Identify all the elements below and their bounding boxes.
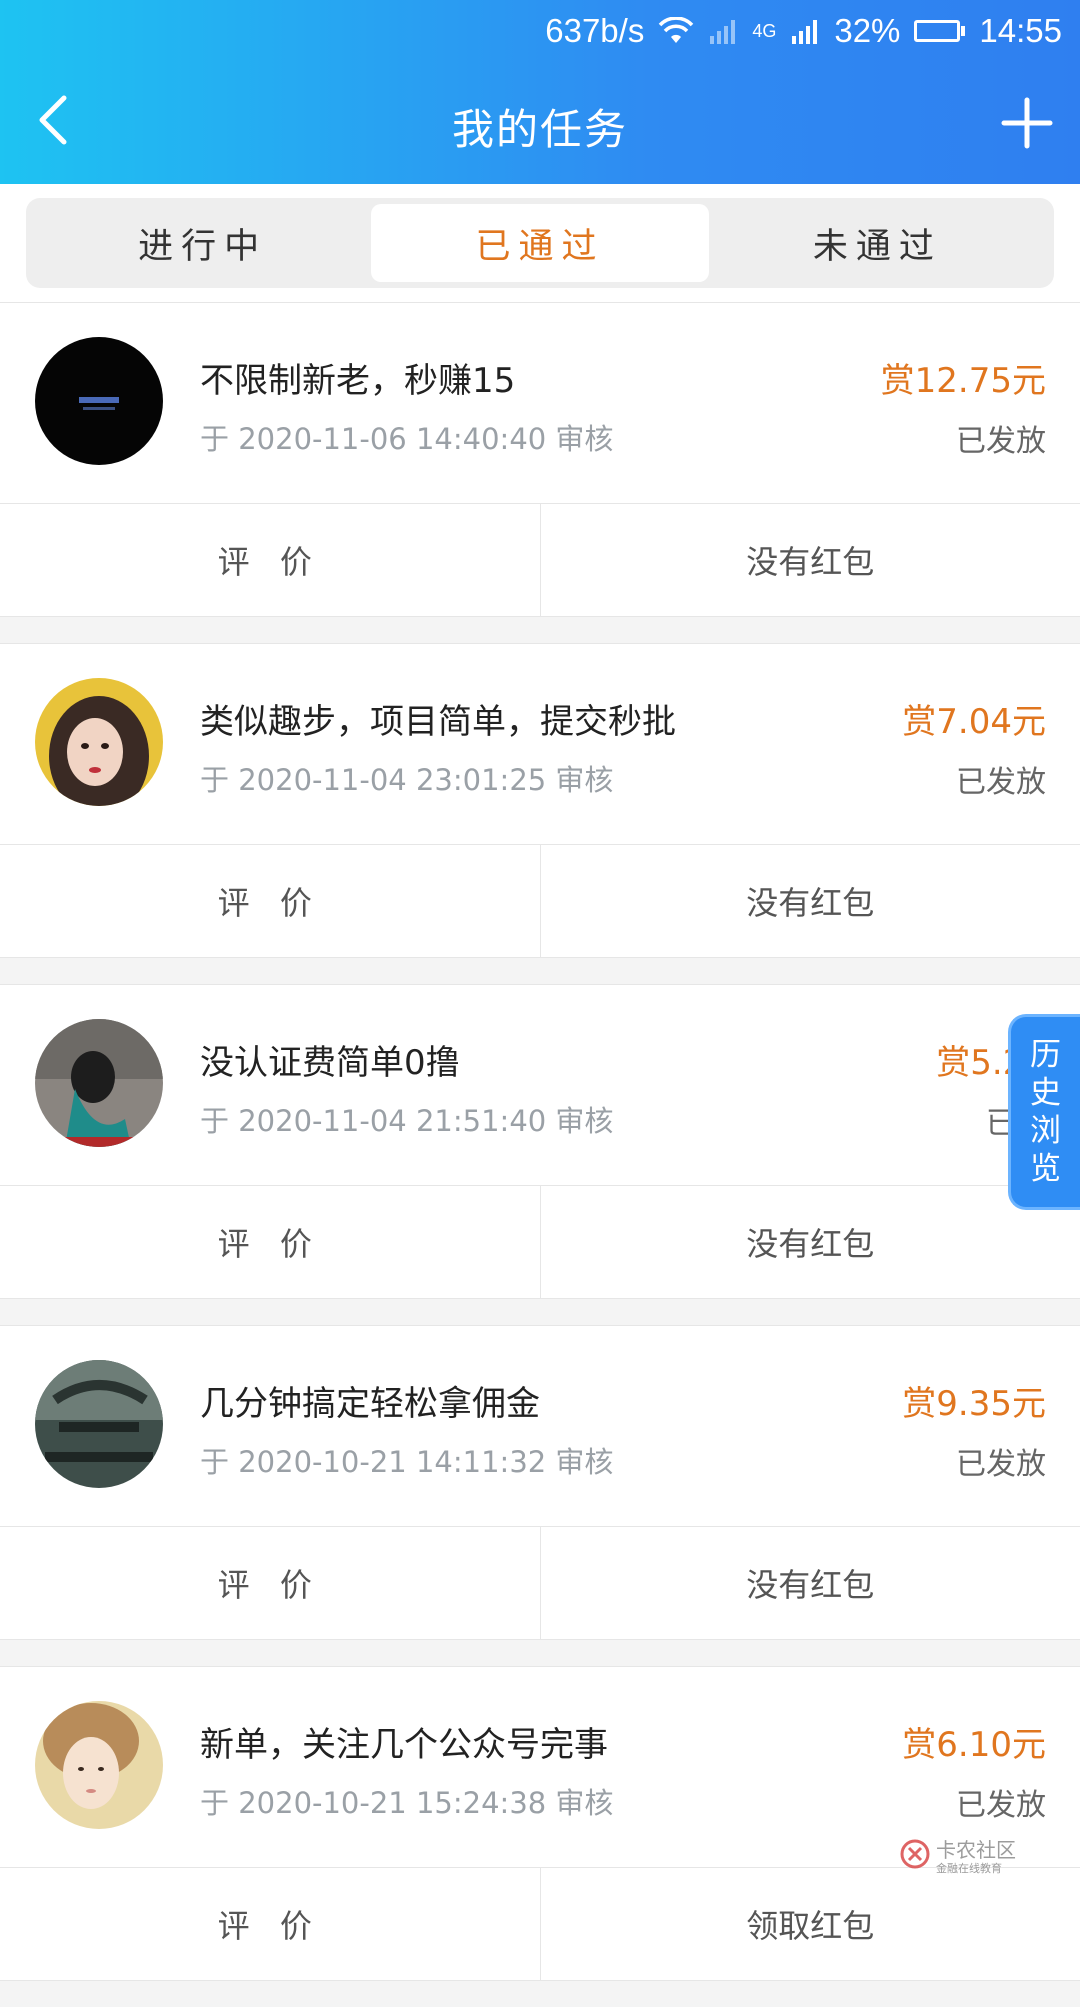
tab-rejected[interactable]: 未通过 xyxy=(709,204,1046,282)
hongbao-button[interactable]: 没有红包 xyxy=(540,504,1080,616)
watermark-tagline: 金融在线教育 xyxy=(936,1863,1016,1875)
history-char: 浏 xyxy=(1030,1112,1061,1150)
hongbao-button[interactable]: 没有红包 xyxy=(540,845,1080,957)
rate-button[interactable]: 评 价 xyxy=(0,504,540,616)
avatar xyxy=(35,337,163,465)
task-title: 类似趣步，项目简单，提交秒批 xyxy=(200,694,676,743)
history-char: 览 xyxy=(1030,1150,1061,1188)
task-review-time: 于 2020-11-04 21:51:40 审核 xyxy=(200,1098,613,1140)
tab-approved[interactable]: 已通过 xyxy=(371,204,708,282)
watermark: 卡农社区 金融在线教育 xyxy=(900,1834,1080,1874)
task-status: 已发放 xyxy=(956,416,1046,460)
avatar xyxy=(35,678,163,806)
battery-icon xyxy=(914,20,965,42)
rate-button[interactable]: 评 价 xyxy=(0,845,540,957)
task-reward: 赏9.35元 xyxy=(902,1376,1046,1425)
rate-button[interactable]: 评 价 xyxy=(0,1186,540,1298)
page-title: 我的任务 xyxy=(0,96,1080,157)
rate-button[interactable]: 评 价 xyxy=(0,1868,540,1980)
task-reward: 赏12.75元 xyxy=(881,353,1046,402)
kanong-logo-icon xyxy=(900,1839,930,1869)
network-type: 4G xyxy=(752,21,776,42)
task-title: 新单，关注几个公众号完事 xyxy=(200,1717,608,1766)
watermark-name: 卡农社区 xyxy=(936,1838,1016,1862)
task-status: 已发放 xyxy=(956,757,1046,801)
wifi-icon xyxy=(658,17,694,45)
avatar xyxy=(35,1360,163,1488)
app-header: 637b/s 4G 32% xyxy=(0,0,1080,184)
network-speed: 637b/s xyxy=(545,12,644,50)
rate-button[interactable]: 评 价 xyxy=(0,1527,540,1639)
sim-signal-icon xyxy=(708,18,738,44)
avatar xyxy=(35,1701,163,1829)
nav-bar: 我的任务 xyxy=(0,62,1080,184)
task-review-time: 于 2020-10-21 14:11:32 审核 xyxy=(200,1439,613,1481)
hongbao-button[interactable]: 领取红包 xyxy=(540,1868,1080,1980)
task-card[interactable]: 没认证费简单0撸 于 2020-11-04 21:51:40 审核 赏5.27 … xyxy=(0,984,1080,1299)
plus-icon xyxy=(1000,96,1054,150)
clock: 14:55 xyxy=(979,12,1062,50)
task-card[interactable]: 类似趣步，项目简单，提交秒批 于 2020-11-04 23:01:25 审核 … xyxy=(0,643,1080,958)
task-title: 不限制新老，秒赚15 xyxy=(200,353,515,402)
task-card[interactable]: 不限制新老，秒赚15 于 2020-11-06 14:40:40 审核 赏12.… xyxy=(0,302,1080,617)
tab-in-progress[interactable]: 进行中 xyxy=(34,204,371,282)
task-review-time: 于 2020-11-04 23:01:25 审核 xyxy=(200,757,613,799)
history-browse-button[interactable]: 历 史 浏 览 xyxy=(1008,1014,1080,1210)
task-reward: 赏7.04元 xyxy=(902,694,1046,743)
signal-icon xyxy=(790,18,820,44)
avatar xyxy=(35,1019,163,1147)
battery-percent: 32% xyxy=(834,12,900,50)
task-card[interactable]: 新单，关注几个公众号完事 于 2020-10-21 15:24:38 审核 赏6… xyxy=(0,1666,1080,1981)
hongbao-button[interactable]: 没有红包 xyxy=(540,1527,1080,1639)
task-card[interactable]: 几分钟搞定轻松拿佣金 于 2020-10-21 14:11:32 审核 赏9.3… xyxy=(0,1325,1080,1640)
task-title: 几分钟搞定轻松拿佣金 xyxy=(200,1376,540,1425)
task-title: 没认证费简单0撸 xyxy=(200,1035,460,1084)
tab-bar-container: 进行中 已通过 未通过 xyxy=(0,184,1080,302)
hongbao-button[interactable]: 没有红包 xyxy=(540,1186,1080,1298)
task-status: 已发放 xyxy=(956,1780,1046,1824)
add-button[interactable] xyxy=(1000,96,1054,150)
history-char: 史 xyxy=(1030,1074,1061,1112)
task-reward: 赏6.10元 xyxy=(902,1717,1046,1766)
status-bar: 637b/s 4G 32% xyxy=(545,0,1080,62)
task-review-time: 于 2020-10-21 15:24:38 审核 xyxy=(200,1780,613,1822)
tab-bar: 进行中 已通过 未通过 xyxy=(26,198,1054,288)
task-status: 已发放 xyxy=(956,1439,1046,1483)
task-review-time: 于 2020-11-06 14:40:40 审核 xyxy=(200,416,613,458)
task-list: 不限制新老，秒赚15 于 2020-11-06 14:40:40 审核 赏12.… xyxy=(0,302,1080,2007)
history-char: 历 xyxy=(1030,1036,1061,1074)
